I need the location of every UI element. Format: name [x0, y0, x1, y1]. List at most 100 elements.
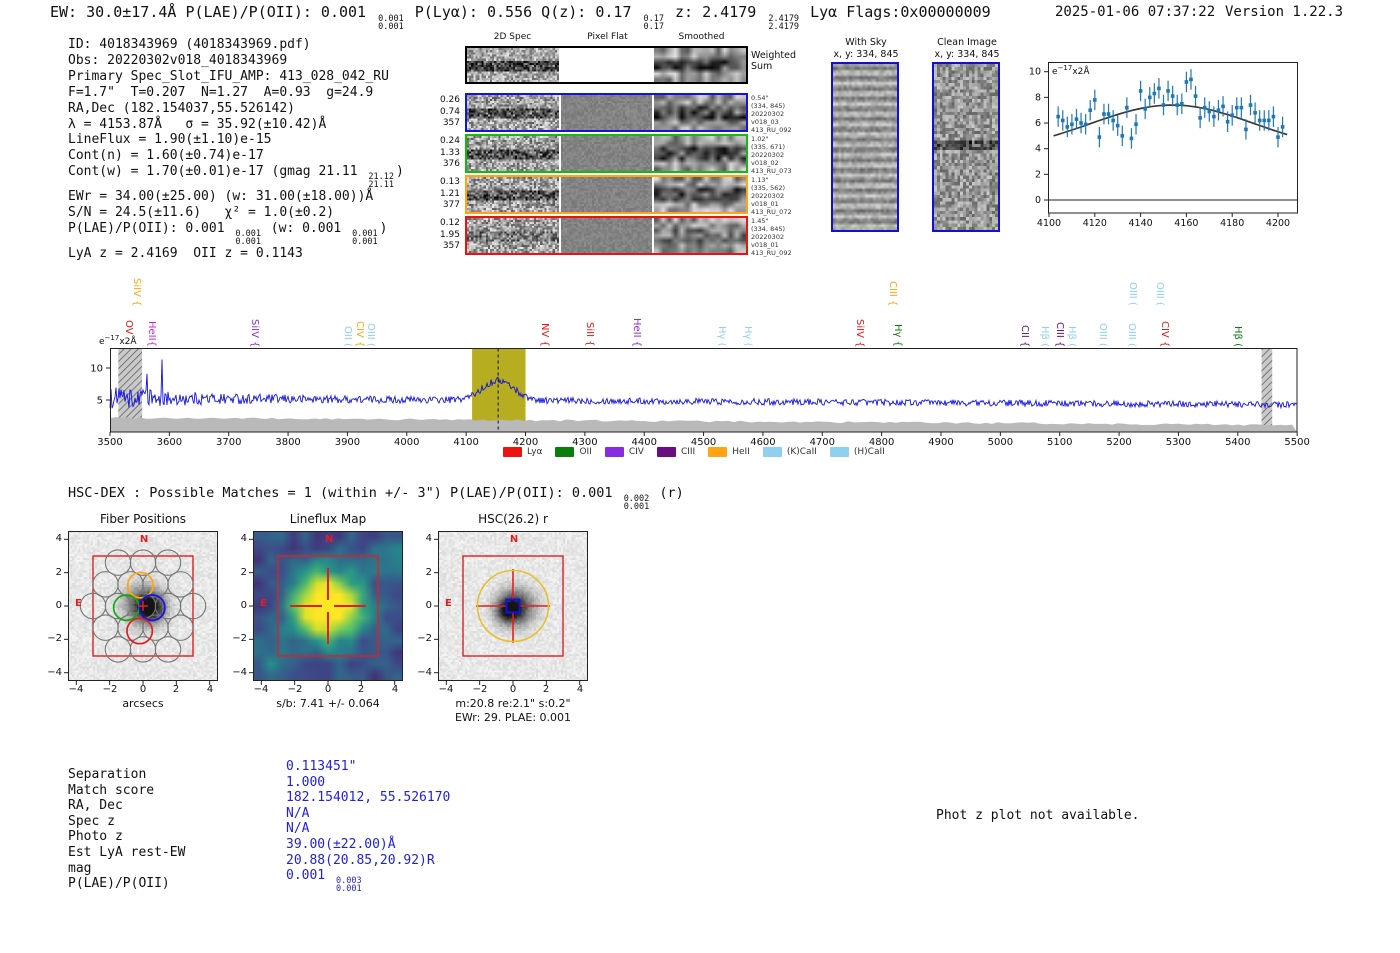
data-point	[1221, 104, 1225, 109]
east-label: E	[260, 598, 267, 609]
y-tick-label: −4	[232, 667, 247, 678]
phot-z-note: Phot z plot not available.	[936, 808, 1140, 823]
data-point	[1198, 116, 1202, 120]
spec2d-2d-image	[467, 136, 559, 171]
weighted-pixelflat-blank	[560, 48, 653, 82]
svg-text:6: 6	[1035, 118, 1041, 129]
spec2d-row-right-labels: 1.13" (335, 562) 20220302 v018_01 413_RU_072	[751, 176, 792, 217]
info-line: Cont(n) = 1.60(±0.74)e-17	[68, 148, 264, 164]
x-tick-label: 2	[542, 684, 550, 695]
svg-text:3900: 3900	[335, 437, 360, 448]
spec2d-cell-canvas	[654, 136, 747, 171]
masked-band	[1261, 348, 1273, 432]
legend-label: OII	[579, 447, 592, 457]
data-point	[1230, 113, 1234, 118]
clean-image-title: Clean Image	[937, 37, 997, 48]
match-field-label: Match score	[68, 782, 155, 798]
data-point	[1271, 114, 1276, 119]
legend-label: (K)CaII	[786, 447, 817, 457]
legend-item: Lyα	[503, 447, 542, 457]
fiber-circle	[167, 571, 194, 598]
match-field-value: 1.000	[286, 774, 326, 790]
data-point	[1111, 118, 1115, 123]
info-line: F=1.7" T=0.207 N=1.27 A=0.93 g=24.9	[68, 84, 374, 100]
hsc-cutout-title: HSC(26.2) r	[478, 512, 548, 526]
spec2d-row	[465, 134, 748, 173]
svg-text:4000: 4000	[394, 437, 419, 448]
y-tick-label: 4	[425, 533, 432, 544]
x-tick-label: 0	[139, 684, 147, 695]
spec2d-col-title: Pixel Flat	[587, 32, 628, 42]
legend-swatch	[708, 447, 728, 457]
spec2d-row-cells	[467, 218, 747, 253]
y-tick-label: 4	[240, 533, 247, 544]
hsc-caption-1: m:20.8 re:2.1" s:0.2"	[455, 697, 571, 710]
header-datetime: 2025-01-06 07:37:22	[1055, 4, 1216, 20]
clean-image-xy: x, y: 334, 845	[934, 49, 1000, 60]
data-point	[1175, 103, 1180, 107]
x-tick-label: 2	[357, 684, 365, 695]
data-point	[1083, 122, 1088, 127]
legend-swatch	[829, 447, 849, 457]
legend-label: CIII	[680, 447, 696, 457]
info-line: Primary Spec_Slot_IFU_AMP: 413_028_042_R…	[68, 68, 389, 84]
spec2d-cell-canvas	[467, 218, 559, 253]
data-point	[1120, 134, 1125, 138]
svg-text:10: 10	[1029, 67, 1041, 78]
with-sky-title: With Sky	[845, 37, 887, 48]
svg-text:5100: 5100	[1047, 437, 1072, 448]
data-point	[1244, 127, 1248, 132]
with-sky-image	[833, 64, 897, 230]
svg-text:5000: 5000	[988, 437, 1013, 448]
svg-text:3800: 3800	[275, 437, 300, 448]
x-tick-label: 0	[324, 684, 332, 695]
with-sky-panel	[831, 62, 899, 232]
info-line: λ = 4153.87Å σ = 35.92(±10.42)Å	[68, 116, 327, 132]
match-field-value: 0.113451"	[286, 759, 357, 774]
table-row: RA, Dec 182.154012, 55.526170	[68, 790, 450, 814]
match-field-label: Spec z	[68, 813, 115, 829]
legend-swatch	[604, 447, 624, 457]
match-field-value: 39.00(±22.00)Å	[286, 836, 396, 852]
svg-text:4120: 4120	[1083, 218, 1107, 229]
info-line: EWr = 34.00(±25.00) (w: 31.00(±18.00))Å	[68, 189, 374, 205]
data-point	[1216, 108, 1221, 112]
spec2d-pixelflat-image	[560, 136, 653, 171]
svg-text:2: 2	[1035, 169, 1041, 180]
spectrum-legend: Lyα OII CIV CIII HeII (K)CaII (H)CaII	[503, 447, 885, 457]
line-fit-ylabel: e−17x2Å	[1052, 64, 1090, 77]
data-point	[1280, 125, 1285, 129]
data-point	[1106, 112, 1111, 116]
y-tick-label: −4	[47, 667, 62, 678]
fiber-circle	[154, 636, 182, 663]
svg-text:4200: 4200	[1266, 218, 1290, 229]
fiber-circle	[129, 636, 157, 663]
data-point	[1189, 77, 1193, 82]
weighted-smoothed-image	[654, 48, 747, 82]
spec2d-2d-image	[467, 95, 559, 130]
svg-text:8: 8	[1035, 92, 1041, 103]
spec2d-col-title: 2D Spec	[493, 32, 532, 42]
x-tick-label: 0	[509, 684, 517, 695]
north-label: N	[324, 534, 334, 545]
match-field-value: 20.88(20.85,20.92)R	[286, 852, 435, 868]
legend-swatch	[762, 447, 782, 457]
svg-text:10: 10	[90, 364, 103, 375]
table-row: Separation 0.113451"	[68, 759, 450, 783]
svg-text:4: 4	[1035, 144, 1041, 155]
spec2d-row	[465, 93, 748, 132]
y-tick-label: 0	[425, 600, 432, 611]
spec2d-row-cells	[467, 136, 747, 171]
data-point	[1143, 107, 1147, 111]
legend-item: (H)CaII	[829, 447, 885, 457]
info-line: LyA z = 2.4169 OII z = 0.1143	[68, 246, 303, 262]
x-tick-label: −4	[253, 684, 269, 695]
spec2d-row-right-labels: 1.45" (334, 845) 20220302 v018_01 413_RU_092	[751, 217, 792, 258]
fiber-circle	[167, 614, 194, 641]
data-point	[1079, 121, 1083, 125]
spec2d-cell-canvas	[560, 218, 653, 253]
lineflux-caption: s/b: 7.41 +/- 0.064	[276, 697, 380, 710]
match-field-value: 182.154012, 55.526170	[286, 790, 451, 806]
svg-text:0: 0	[1035, 195, 1041, 206]
match-field-label: Separation	[68, 767, 147, 782]
